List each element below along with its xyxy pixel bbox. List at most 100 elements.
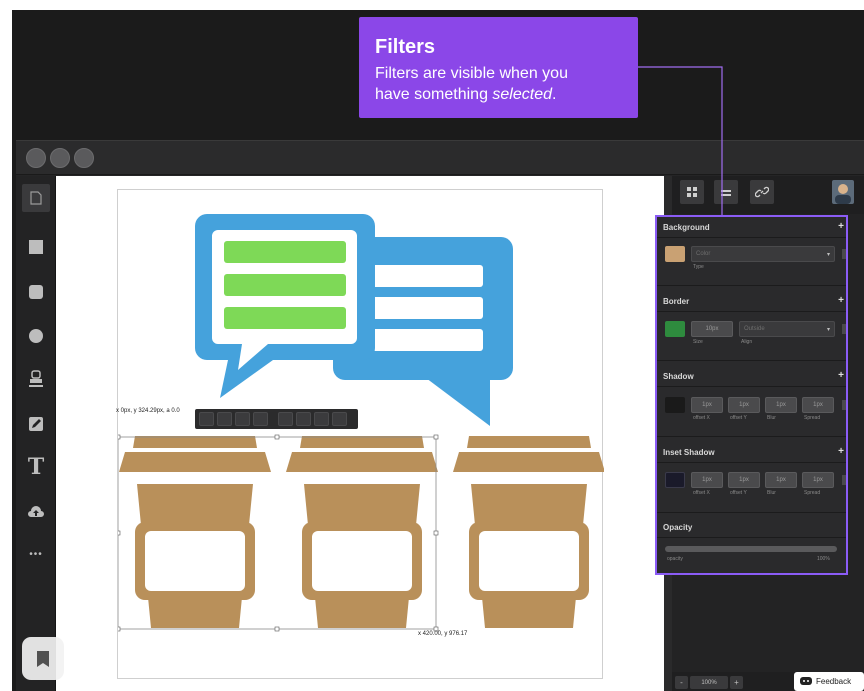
text-tool[interactable]: T — [22, 453, 50, 481]
window-close-button[interactable] — [26, 148, 46, 168]
divider — [657, 512, 846, 513]
divider — [657, 237, 846, 238]
inset-shadow-field-0[interactable]: 1px — [691, 472, 723, 488]
inset-shadow-field-label-0: offset X — [693, 490, 710, 496]
cup-label — [145, 531, 245, 591]
bring-forward-button[interactable] — [278, 412, 293, 426]
stamp-tool[interactable] — [22, 365, 50, 393]
border-size-input[interactable]: 10px — [691, 321, 733, 337]
cup-lid-top — [133, 436, 257, 448]
more-tools-button[interactable]: ••• — [22, 540, 50, 568]
tooltip-line-1: Filters are visible when you — [375, 65, 568, 82]
border-color-swatch[interactable] — [665, 321, 685, 337]
tab-grid[interactable] — [680, 180, 704, 204]
opacity-slider[interactable] — [665, 546, 837, 552]
panel-overflow-stub — [842, 249, 846, 259]
stamp-icon — [29, 370, 43, 387]
avatar[interactable] — [832, 180, 854, 204]
feedback-button[interactable]: Feedback — [794, 672, 864, 691]
upload-tool[interactable] — [22, 498, 50, 526]
background-color-swatch[interactable] — [665, 246, 685, 262]
pencil-icon — [29, 417, 43, 431]
circle-icon — [29, 329, 43, 343]
duplicate-button[interactable] — [199, 412, 214, 426]
tab-link[interactable] — [750, 180, 774, 204]
link-icon — [755, 186, 769, 198]
opacity-value: 100% — [817, 556, 830, 562]
inset-shadow-field-label-3: Spread — [804, 490, 821, 496]
divider — [657, 311, 846, 312]
zoom-in-button[interactable]: + — [730, 676, 743, 689]
shadow-field-label-2: Blur — [767, 415, 776, 421]
align-icon — [721, 190, 731, 196]
divider — [657, 285, 846, 286]
rotate-button[interactable] — [253, 412, 268, 426]
inset-shadow-field-label-2: Blur — [767, 490, 776, 496]
artboard[interactable]: x 0px, y 324.29px, a 0.0 x 420.00, y 976… — [116, 189, 604, 679]
shadow-field-1[interactable]: 1px — [728, 397, 760, 413]
add-background-button[interactable]: + — [838, 221, 844, 232]
bookmark-button[interactable] — [22, 637, 64, 680]
shadow-color-swatch[interactable] — [665, 397, 685, 413]
background-type-label: Type — [693, 264, 704, 270]
background-section-title: Background — [663, 223, 710, 232]
design-canvas[interactable]: x 0px, y 324.29px, a 0.0 x 420.00, y 976… — [56, 176, 664, 691]
panel-overflow-stub — [842, 400, 846, 410]
tooltip-line-2-prefix: have something — [375, 86, 493, 103]
shadow-field-3[interactable]: 1px — [802, 397, 834, 413]
tab-align[interactable] — [714, 180, 738, 204]
zoom-level[interactable]: 100% — [690, 676, 728, 689]
tooltip-line-2-suffix: . — [552, 86, 557, 103]
send-backward-button[interactable] — [296, 412, 311, 426]
shadow-field-2[interactable]: 1px — [765, 397, 797, 413]
circle-tool[interactable] — [22, 322, 50, 350]
coffee-cup-1[interactable] — [119, 436, 271, 628]
rounded-rect-tool[interactable] — [22, 278, 50, 306]
rectangle-tool[interactable] — [22, 233, 50, 261]
divider — [657, 360, 846, 361]
text-icon: T — [27, 454, 45, 480]
divider — [657, 462, 846, 463]
border-align-value: Outside — [744, 326, 765, 332]
coffee-cup-3[interactable] — [453, 436, 604, 628]
divider — [657, 537, 846, 538]
selection-toolbar — [195, 409, 358, 429]
flip-button[interactable] — [314, 412, 329, 426]
window-maximize-button[interactable] — [74, 148, 94, 168]
shadow-field-label-0: offset X — [693, 415, 710, 421]
opacity-section-title: Opacity — [663, 523, 693, 532]
shadow-field-label-1: offset Y — [730, 415, 747, 421]
screenshot-stage: T ••• x 0px, y 324.29px, a 0.0 x 420.00,… — [0, 0, 864, 691]
pencil-tool[interactable] — [22, 410, 50, 438]
upload-icon — [28, 506, 44, 517]
coffee-cup-2[interactable] — [286, 436, 438, 628]
background-type-select[interactable]: Color ▾ — [691, 246, 835, 262]
chevron-down-icon: ▾ — [826, 326, 830, 333]
inset-shadow-color-swatch[interactable] — [665, 472, 685, 488]
inset-shadow-field-1[interactable]: 1px — [728, 472, 760, 488]
shadow-section-title: Shadow — [663, 372, 694, 381]
zoom-out-button[interactable]: - — [675, 676, 688, 689]
inset-shadow-field-label-1: offset Y — [730, 490, 747, 496]
chevron-down-icon: ▾ — [826, 251, 830, 258]
add-shadow-button[interactable]: + — [838, 370, 844, 381]
shadow-field-0[interactable]: 1px — [691, 397, 723, 413]
copy-button[interactable] — [217, 412, 232, 426]
add-border-button[interactable]: + — [838, 295, 844, 306]
cup-lid-top — [467, 436, 591, 448]
filters-panel: Background + Color ▾ Type Border + 10px … — [655, 215, 848, 575]
inset-shadow-field-3[interactable]: 1px — [802, 472, 834, 488]
inset-shadow-field-2[interactable]: 1px — [765, 472, 797, 488]
page-tool[interactable] — [22, 184, 50, 212]
window-minimize-button[interactable] — [50, 148, 70, 168]
coordinate-readout-bottom: x 420.00, y 976.17 — [418, 631, 468, 637]
border-align-label: Align — [741, 339, 753, 345]
delete-button[interactable] — [332, 412, 347, 426]
border-align-select[interactable]: Outside ▾ — [739, 321, 835, 337]
lock-button[interactable] — [235, 412, 250, 426]
add-inset-shadow-button[interactable]: + — [838, 446, 844, 457]
page-icon — [30, 191, 42, 205]
window-titlebar — [16, 141, 864, 175]
divider — [657, 436, 846, 437]
rectangle-icon — [29, 240, 43, 254]
